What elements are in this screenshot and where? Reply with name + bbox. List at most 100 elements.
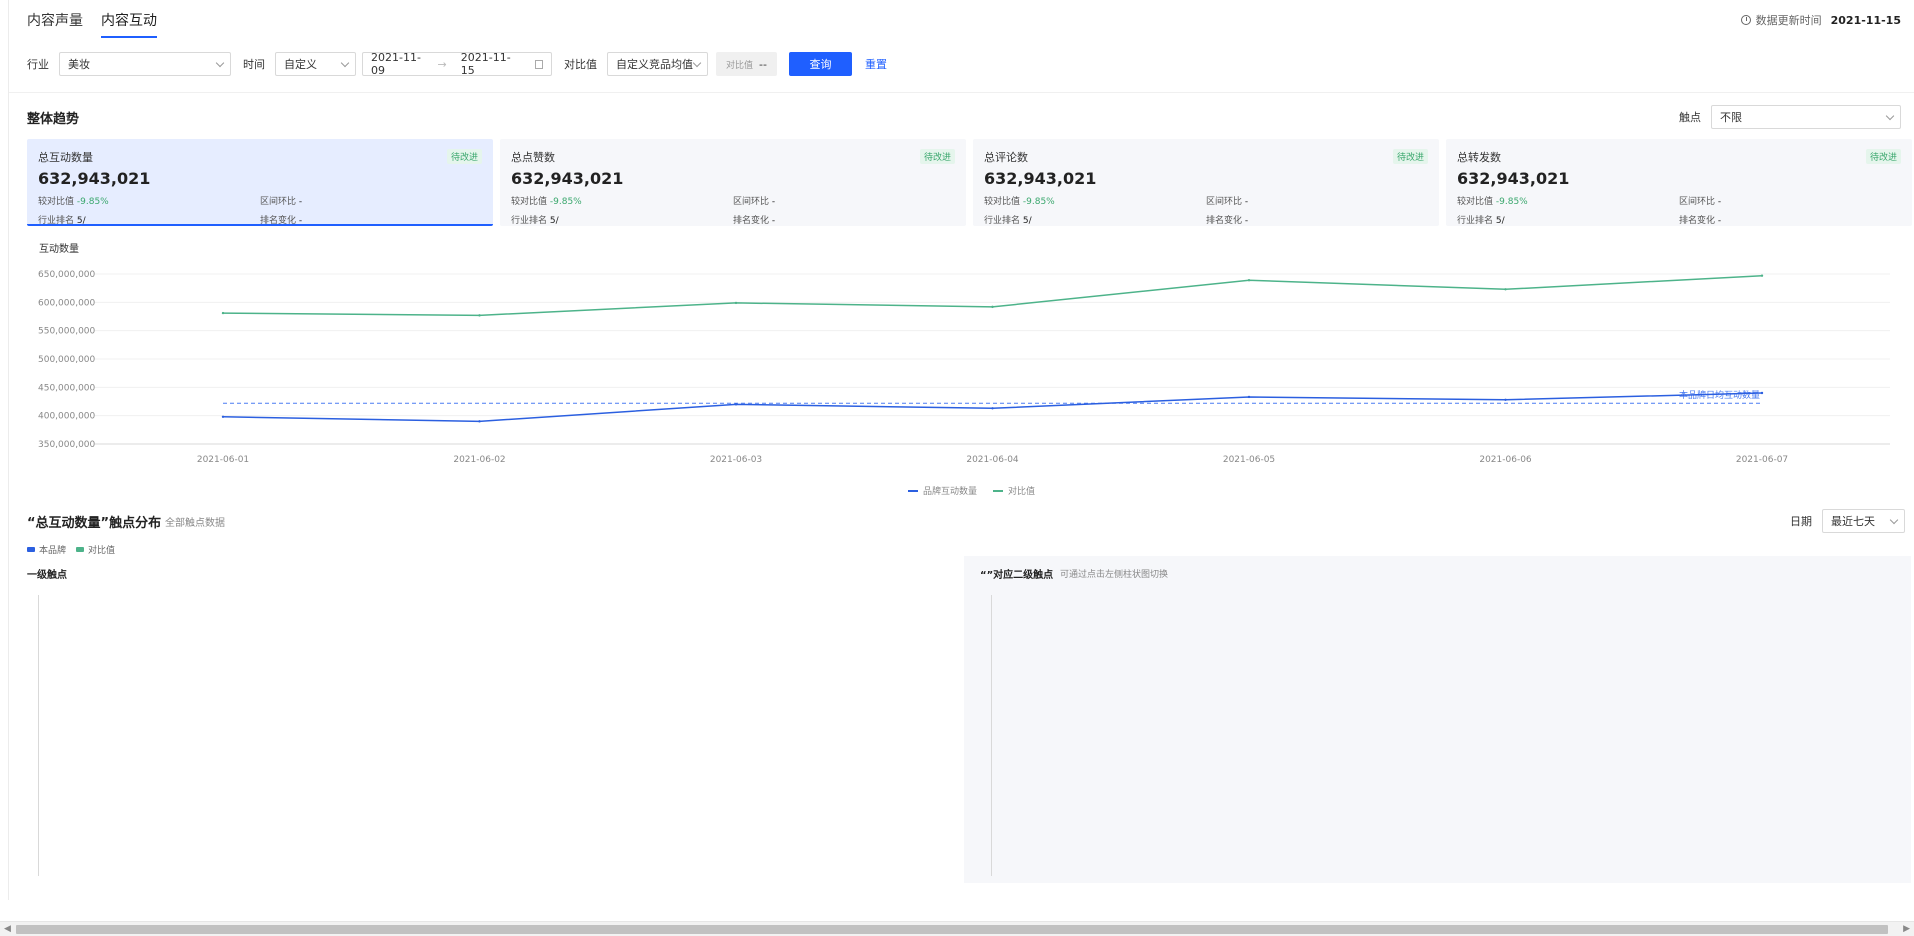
cmp-label: 较对比值	[511, 197, 548, 207]
data-point	[1760, 274, 1764, 277]
rank-change-label: 排名变化	[733, 216, 770, 226]
data-point	[1760, 391, 1764, 395]
kpi-cards: 总互动数量 632,943,021 待改进 较对比值 -9.85% 区间环比 - …	[27, 139, 1912, 226]
x-tick-label: 2021-06-03	[710, 455, 762, 465]
data-point	[991, 407, 994, 410]
legend-item-compare[interactable]: 对比值	[993, 484, 1035, 497]
x-tick-label: 2021-06-04	[966, 455, 1019, 465]
chevron-down-icon	[1885, 111, 1895, 121]
rank-change-value: -	[1244, 216, 1249, 226]
ring-label: 区间环比	[260, 197, 297, 207]
y-tick-label: 350,000,000	[38, 440, 96, 450]
kpi-card-total-likes[interactable]: 总点赞数 632,943,021 待改进 较对比值 -9.85% 区间环比 - 行…	[500, 139, 966, 226]
time-value: 自定义	[284, 58, 317, 71]
data-update-info: 数据更新时间 2021-11-15	[1740, 12, 1901, 28]
distribution-legend: 本品牌 对比值	[27, 543, 115, 556]
overview-title: 整体趋势	[27, 112, 80, 127]
legend-swatch	[993, 489, 1004, 492]
scroll-left-icon[interactable]: ◀	[4, 924, 11, 934]
ring-value: -	[1717, 197, 1722, 207]
kpi-value: 632,943,021	[511, 169, 624, 188]
kpi-title: 总评论数	[984, 151, 1028, 164]
kpi-card-total-comments[interactable]: 总评论数 632,943,021 待改进 较对比值 -9.85% 区间环比 - 行…	[973, 139, 1439, 226]
legend-label: 对比值	[88, 546, 116, 556]
rank-value: 5/	[1495, 216, 1505, 226]
horizontal-scrollbar[interactable]: ◀ ▶	[0, 921, 1914, 936]
update-date: 2021-11-15	[1830, 13, 1901, 27]
arrow-right-icon: →	[437, 57, 447, 71]
cmp-label: 较对比值	[1457, 197, 1494, 207]
rank-change-value: -	[771, 216, 776, 226]
calendar-icon	[535, 59, 543, 69]
rank-change-value: -	[1717, 216, 1722, 226]
data-point	[1247, 395, 1251, 399]
y-tick-label: 500,000,000	[38, 355, 96, 365]
rank-value: 5/	[76, 216, 86, 226]
data-point	[221, 311, 225, 315]
cmp-value: -9.85%	[1022, 197, 1055, 207]
date-range-picker[interactable]: 2021-11-09 → 2021-11-15	[362, 51, 552, 77]
legend-swatch	[76, 547, 85, 552]
x-tick-label: 2021-06-07	[1736, 455, 1788, 465]
touch-select[interactable]: 不限	[1711, 105, 1901, 129]
rank-change-label: 排名变化	[1679, 216, 1716, 226]
chart-y-label: 互动数量	[39, 244, 79, 255]
data-point	[1504, 398, 1507, 401]
date-value: 最近七天	[1831, 515, 1875, 528]
cmp-label: 较对比值	[984, 197, 1021, 207]
rank-label: 行业排名	[511, 216, 548, 226]
trend-line-chart: 650,000,000 600,000,000 550,000,000 500,000…	[38, 270, 1890, 465]
legend-item-compare[interactable]: 对比值	[76, 543, 115, 556]
ring-label: 区间环比	[1206, 197, 1243, 207]
level1-touch-title: 一级触点	[27, 570, 67, 581]
industry-select[interactable]: 美妆	[59, 52, 231, 76]
reset-link[interactable]: 重置	[865, 56, 887, 72]
cmp-value: -9.85%	[76, 197, 109, 207]
status-badge: 待改进	[1865, 149, 1901, 164]
tab-content-volume[interactable]: 内容声量	[27, 10, 83, 38]
legend-label: 对比值	[1008, 487, 1036, 497]
industry-label: 行业	[27, 58, 49, 71]
rank-change-label: 排名变化	[260, 216, 297, 226]
data-point	[734, 301, 738, 305]
x-tick-label: 2021-06-05	[1223, 455, 1275, 465]
compare-select[interactable]: 自定义竞品均值	[607, 52, 708, 76]
x-tick-label: 2021-06-06	[1479, 455, 1532, 465]
kpi-title: 总点赞数	[511, 151, 555, 164]
scrollbar-thumb[interactable]	[16, 925, 1888, 934]
y-tick-label: 400,000,000	[38, 412, 96, 422]
rank-value: 5/	[1022, 216, 1032, 226]
date-select[interactable]: 最近七天	[1822, 509, 1905, 533]
date-start: 2021-11-09	[371, 51, 421, 77]
distribution-subtitle: 全部触点数据	[165, 518, 225, 529]
tab-bar: 内容声量 内容互动	[27, 10, 157, 38]
rank-change-label: 排名变化	[1206, 216, 1243, 226]
kpi-card-total-interactions[interactable]: 总互动数量 632,943,021 待改进 较对比值 -9.85% 区间环比 - …	[27, 139, 493, 226]
level2-touch-hint: 可通过点击左侧柱状图切换	[1060, 570, 1169, 580]
rank-change-value: -	[298, 216, 303, 226]
ring-value: -	[771, 197, 776, 207]
time-select[interactable]: 自定义	[275, 52, 356, 76]
kpi-title: 总互动数量	[38, 151, 93, 164]
tab-content-interaction[interactable]: 内容互动	[101, 10, 157, 38]
divider	[9, 92, 1914, 93]
scroll-right-icon[interactable]: ▶	[1903, 924, 1910, 934]
legend-item-brand[interactable]: 本品牌	[27, 543, 66, 556]
chevron-down-icon	[340, 58, 350, 68]
compare-value-box: 对比值 --	[716, 52, 777, 76]
series-line-1	[222, 274, 1763, 317]
touch-label: 触点	[1679, 111, 1701, 124]
ring-value: -	[298, 197, 303, 207]
query-button[interactable]: 查询	[788, 52, 852, 76]
legend-item-brand[interactable]: 品牌互动数量	[908, 484, 977, 497]
cmp-value: -9.85%	[1495, 197, 1528, 207]
cmp-value: -9.85%	[549, 197, 582, 207]
legend-swatch	[27, 547, 35, 552]
ring-value: -	[1244, 197, 1249, 207]
chevron-down-icon	[692, 58, 702, 68]
status-badge: 待改进	[446, 149, 482, 164]
chevron-down-icon	[1889, 515, 1899, 525]
date-label: 日期	[1790, 515, 1812, 528]
touch-filter: 触点 不限	[1679, 105, 1901, 129]
kpi-card-total-shares[interactable]: 总转发数 632,943,021 待改进 较对比值 -9.85% 区间环比 - 行…	[1446, 139, 1912, 226]
